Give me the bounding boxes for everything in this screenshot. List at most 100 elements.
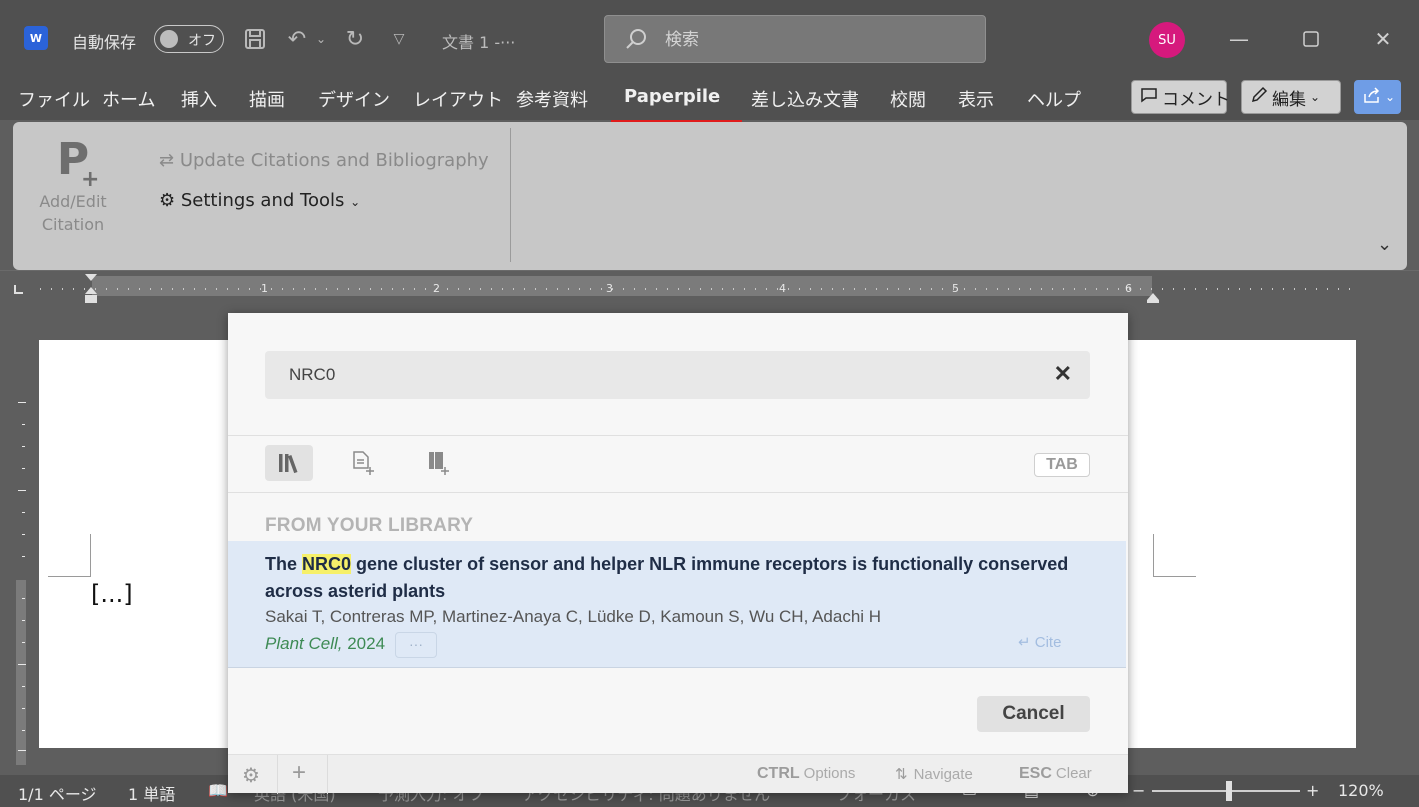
close-icon[interactable]: ✕ — [1363, 22, 1403, 56]
citation-search-field[interactable]: NRC0 ✕ — [265, 351, 1090, 399]
add-edit-citation-button[interactable]: P + Add/Edit Citation — [31, 130, 115, 236]
minimize-icon[interactable]: — — [1219, 22, 1259, 56]
settings-tools-label: Settings and Tools — [180, 190, 345, 211]
cite-button[interactable]: ↵ Cite — [1018, 633, 1061, 651]
options-hint: CTRL Options — [757, 765, 856, 782]
ruler-track — [92, 276, 1152, 296]
refresh-icon: ⇄ — [159, 150, 175, 171]
tab-stop-selector-icon[interactable] — [14, 285, 23, 294]
document-title[interactable]: 文書 1 -··· — [442, 29, 515, 53]
autosave-label: 自動保存 — [72, 33, 137, 52]
undo-dropdown-icon[interactable]: ⌄ — [306, 24, 336, 54]
horizontal-ruler[interactable]: 1 2 3 4 5 6 — [0, 270, 1419, 308]
comment-icon — [1140, 87, 1158, 108]
title-bar: W 自動保存 オフ ↶ ⌄ ↻ ▽ 文書 1 -··· SU — ✕ — [0, 0, 1419, 78]
ruler-tick — [22, 708, 25, 709]
publication-year: 2024 — [347, 634, 386, 653]
user-avatar[interactable]: SU — [1149, 22, 1185, 58]
divider — [228, 492, 1128, 493]
tab-design[interactable]: デザイン — [318, 86, 390, 112]
journal-name: Plant Cell, — [265, 634, 343, 653]
citation-search-input[interactable]: NRC0 — [289, 365, 335, 385]
zoom-level[interactable]: 120% — [1338, 781, 1384, 800]
query-highlight: NRC0 — [302, 554, 352, 574]
ruler-number: 2 — [433, 282, 440, 295]
enter-key-icon: ↵ — [1018, 634, 1031, 651]
autosave-toggle[interactable]: オフ — [154, 25, 224, 53]
navigate-hint: ⇅ Navigate — [895, 766, 973, 783]
ruler-tick — [22, 620, 25, 621]
page-count[interactable]: 1/1 ページ — [18, 781, 97, 805]
word-count[interactable]: 1 単語 — [128, 781, 175, 805]
redo-icon[interactable]: ↻ — [340, 24, 370, 54]
zoom-in-button[interactable]: + — [1306, 781, 1319, 800]
ruler-tick — [22, 642, 25, 643]
tab-insert[interactable]: 挿入 — [181, 86, 217, 112]
indent-marker-icon[interactable] — [84, 273, 98, 307]
share-icon — [1363, 86, 1381, 109]
ruler-tick — [22, 534, 25, 535]
ruler-tick — [22, 424, 25, 425]
library-tab-icon[interactable] — [265, 445, 313, 481]
result-journal: Plant Cell, 2024 — [265, 634, 385, 654]
ruler-tick — [22, 686, 25, 687]
tab-layout[interactable]: レイアウト — [413, 86, 503, 112]
ribbon-divider — [510, 128, 511, 262]
ruler-number: 3 — [606, 282, 613, 295]
ribbon-collapse-icon[interactable]: ⌄ — [1377, 234, 1392, 255]
vertical-ruler[interactable] — [6, 390, 36, 770]
footer-divider — [277, 755, 278, 794]
update-citations-label: Update Citations and Bibliography — [179, 150, 489, 171]
autosave-state: オフ — [188, 33, 216, 49]
search-result-item[interactable]: The NRC0 gene cluster of sensor and help… — [228, 541, 1126, 668]
edit-mode-button[interactable]: 編集 ⌄ — [1241, 80, 1341, 114]
document-text[interactable]: [...] — [91, 580, 133, 608]
ruler-tick — [22, 512, 25, 513]
ruler-tick — [22, 730, 25, 731]
search-box[interactable] — [604, 15, 986, 63]
tab-key-hint: TAB — [1034, 453, 1090, 477]
margin-corner-mark — [1153, 534, 1196, 577]
update-citations-button[interactable]: ⇄ Update Citations and Bibliography — [159, 150, 489, 171]
tab-mailings[interactable]: 差し込み文書 — [751, 86, 859, 112]
word-logo-icon: W — [24, 26, 48, 50]
gear-icon[interactable]: ⚙ — [242, 763, 260, 788]
ruler-number: 5 — [952, 282, 959, 295]
ruler-number: 1 — [261, 282, 268, 295]
result-title: The NRC0 gene cluster of sensor and help… — [265, 554, 1069, 601]
ruler-tick — [18, 402, 26, 403]
chevron-down-icon: ⌄ — [1310, 90, 1321, 104]
comment-button[interactable]: コメント — [1131, 80, 1230, 114]
settings-tools-button[interactable]: ⚙ Settings and Tools ⌄ — [159, 190, 360, 211]
tab-view[interactable]: 表示 — [958, 86, 994, 112]
zoom-out-button[interactable]: − — [1132, 781, 1145, 800]
paperpile-ribbon: P + Add/Edit Citation ⇄ Update Citations … — [13, 122, 1407, 270]
tab-help[interactable]: ヘルプ — [1027, 86, 1081, 112]
share-button[interactable]: ⌄ — [1354, 80, 1401, 114]
document-citations-tab-icon[interactable] — [339, 445, 387, 481]
cancel-button[interactable]: Cancel — [977, 696, 1090, 732]
divider — [228, 435, 1128, 436]
zoom-slider-thumb[interactable] — [1226, 781, 1232, 801]
maximize-icon[interactable] — [1291, 22, 1331, 56]
vertical-ruler-track — [16, 580, 26, 765]
add-reference-tab-icon[interactable] — [414, 445, 462, 481]
tab-review[interactable]: 校閲 — [890, 86, 926, 112]
ruler-tick — [22, 446, 25, 447]
paperpile-add-icon: P + — [56, 134, 100, 192]
tab-home[interactable]: ホーム — [102, 86, 155, 112]
ruler-tick — [18, 750, 26, 751]
add-icon[interactable]: + — [292, 759, 306, 787]
tab-references[interactable]: 参考資料 — [516, 86, 588, 112]
proofing-icon[interactable]: 📖 — [208, 781, 228, 800]
tab-paperpile[interactable]: Paperpile — [624, 86, 720, 107]
save-icon[interactable] — [240, 24, 270, 54]
tab-file[interactable]: ファイル — [18, 86, 90, 112]
search-input[interactable] — [665, 26, 965, 54]
right-indent-marker-icon[interactable] — [1146, 289, 1160, 308]
section-heading: FROM YOUR LIBRARY — [265, 515, 474, 536]
customize-toolbar-icon[interactable]: ▽ — [384, 24, 414, 54]
clear-search-icon[interactable]: ✕ — [1054, 361, 1072, 387]
more-options-button[interactable]: ··· — [395, 632, 437, 658]
tab-draw[interactable]: 描画 — [249, 86, 285, 112]
